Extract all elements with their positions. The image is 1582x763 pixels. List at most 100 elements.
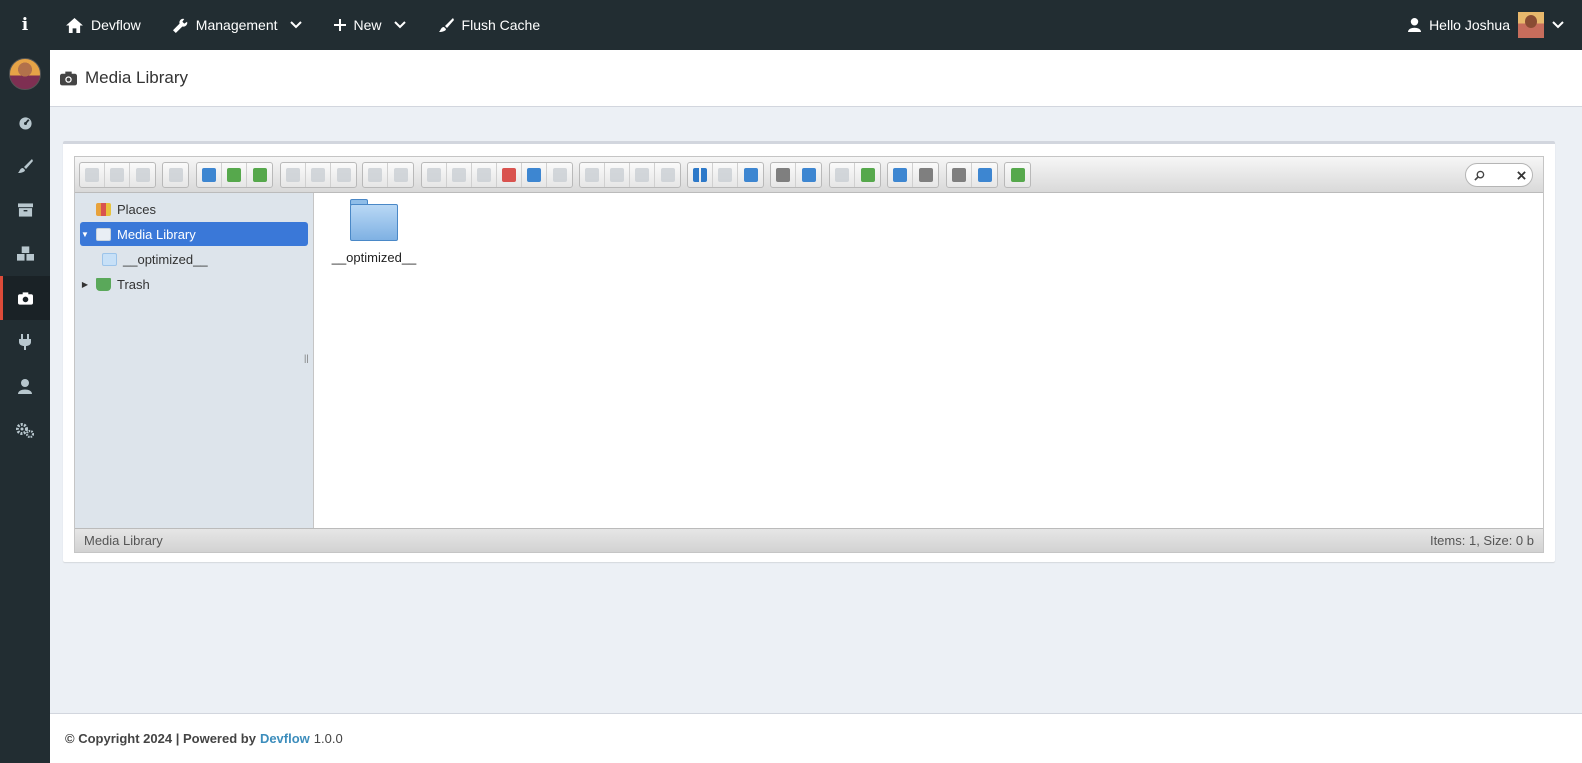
user-menu[interactable]: Hello Joshua (1408, 12, 1582, 38)
download-button[interactable] (247, 163, 272, 187)
tree-item-trash[interactable]: ▶ Trash (80, 272, 308, 296)
file-list: __optimized__ (315, 193, 1543, 528)
duplicate-icon (585, 168, 599, 182)
toolbar-group-fullscreen (1004, 162, 1031, 188)
resize-button[interactable] (655, 163, 680, 187)
file-item-optimized[interactable]: __optimized__ (329, 199, 419, 265)
preview-button[interactable] (771, 163, 796, 187)
nav-management[interactable]: Management (157, 0, 318, 50)
tree-label-media-library: Media Library (117, 226, 196, 242)
info-icon[interactable]: i (0, 0, 50, 50)
caret-right-icon[interactable]: ▶ (80, 280, 90, 289)
dashboard-icon (18, 116, 32, 130)
edit-button[interactable] (630, 163, 655, 187)
sidebar-item-users[interactable] (0, 364, 50, 408)
save-button[interactable] (306, 163, 331, 187)
sidebar-item-plugins[interactable] (0, 320, 50, 364)
upload-button[interactable] (197, 163, 222, 187)
info-button[interactable] (796, 163, 821, 187)
sort-button[interactable] (913, 163, 938, 187)
sidebar-item-appearance[interactable] (0, 144, 50, 188)
content-header: Media Library (50, 50, 1582, 107)
toolbar-group-info (770, 162, 822, 188)
search-input[interactable] (1465, 163, 1533, 187)
view-small-button[interactable] (713, 163, 738, 187)
eye-icon (776, 168, 790, 182)
nav-flush-cache[interactable]: Flush Cache (422, 0, 557, 50)
nav-new[interactable]: New (318, 0, 422, 50)
forward-button[interactable] (105, 163, 130, 187)
footer: © Copyright 2024 | Powered by Devflow 1.… (50, 713, 1582, 763)
toolbar-group-netmount (162, 162, 189, 188)
undo-button[interactable] (363, 163, 388, 187)
tiles-icon (743, 168, 758, 182)
archive-button[interactable] (855, 163, 880, 187)
file-manager-toolbar (75, 157, 1543, 193)
paste-icon (477, 168, 491, 182)
sort-icon (918, 168, 933, 182)
select-button[interactable] (331, 163, 356, 187)
duplicate-button[interactable] (580, 163, 605, 187)
redo-icon (393, 168, 408, 182)
gear-icon (952, 168, 966, 182)
sidebar-item-plugins-cubes[interactable] (0, 232, 50, 276)
delete-button[interactable] (497, 163, 522, 187)
cut-button[interactable] (447, 163, 472, 187)
small-grid-icon (718, 168, 732, 182)
new-file-button[interactable] (222, 163, 247, 187)
info-icon (801, 168, 816, 182)
caret-down-icon[interactable]: ▼ (80, 230, 90, 239)
sidebar-item-media[interactable] (0, 276, 50, 320)
list-view-button[interactable] (888, 163, 913, 187)
copy-button[interactable] (422, 163, 447, 187)
back-button[interactable] (80, 163, 105, 187)
rename-button[interactable] (547, 163, 572, 187)
search-icon (1474, 170, 1485, 181)
footer-brand-link[interactable]: Devflow (260, 731, 310, 746)
select-all-icon (610, 168, 624, 182)
netmount-button[interactable] (163, 163, 188, 187)
trash-icon (96, 277, 111, 291)
view-tiles-button[interactable] (738, 163, 763, 187)
up-button[interactable] (130, 163, 155, 187)
nav-management-label: Management (195, 17, 278, 33)
select-all-button[interactable] (605, 163, 630, 187)
sidebar-avatar[interactable] (9, 58, 41, 90)
tree-item-media-library[interactable]: ▼ Media Library (80, 222, 308, 246)
copy-icon (427, 168, 441, 182)
sidebar-item-archive[interactable] (0, 188, 50, 232)
paste-button[interactable] (472, 163, 497, 187)
sidebar-item-settings[interactable] (0, 408, 50, 452)
tree-item-optimized[interactable]: __optimized__ (80, 247, 308, 271)
fullscreen-button[interactable] (1005, 163, 1030, 187)
status-path: Media Library (84, 533, 163, 548)
toolbar-group-settings (946, 162, 998, 188)
user-avatar (1518, 12, 1544, 38)
toolbar-group-navigation (79, 162, 156, 188)
cursor-icon (336, 168, 351, 182)
plug-icon (19, 334, 31, 350)
chevron-down-icon (393, 21, 406, 29)
close-icon[interactable] (1517, 170, 1526, 180)
resize-icon (660, 168, 675, 182)
arrow-right-icon (110, 168, 124, 182)
status-items: Items: 1, Size: 0 b (1429, 533, 1534, 548)
view-icons-button[interactable] (688, 163, 713, 187)
toolbar-group-file (579, 162, 681, 188)
preferences-button[interactable] (947, 163, 972, 187)
empty-button[interactable] (522, 163, 547, 187)
gears-icon (16, 422, 34, 438)
file-manager-statusbar: Media Library Items: 1, Size: 0 b (75, 528, 1543, 552)
resize-handle[interactable]: || (304, 353, 309, 363)
toolbar-group-sort (887, 162, 939, 188)
open-button[interactable] (281, 163, 306, 187)
sidebar-item-dashboard[interactable] (0, 100, 50, 144)
undo-icon (368, 168, 382, 182)
tree-item-places[interactable]: Places (80, 197, 308, 221)
nav-home[interactable]: Devflow (50, 0, 157, 50)
redo-button[interactable] (388, 163, 413, 187)
extract-button[interactable] (830, 163, 855, 187)
archive-create-icon (860, 168, 875, 182)
media-box: Places ▼ Media Library __optimized__ ▶ T… (63, 141, 1555, 562)
help-button[interactable] (972, 163, 997, 187)
